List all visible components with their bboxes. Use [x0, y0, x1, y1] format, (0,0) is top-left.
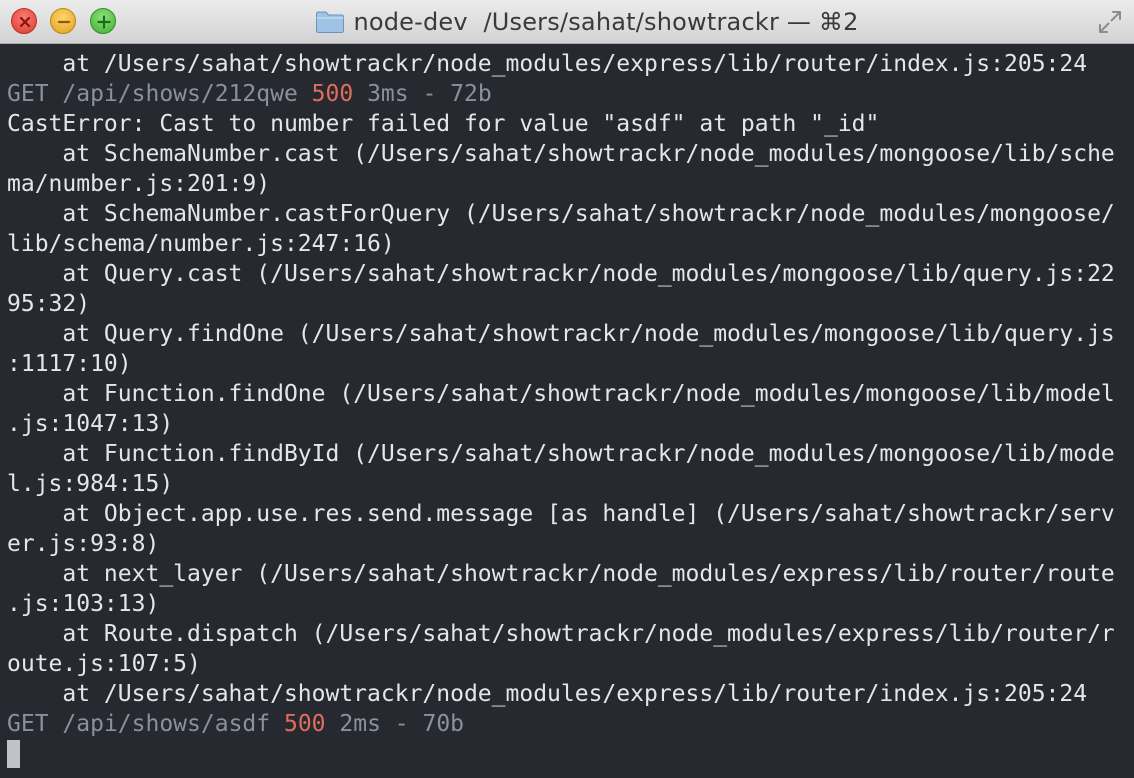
stack-line: :1117:10): [7, 351, 132, 377]
stack-line: lib/schema/number.js:247:16): [7, 231, 395, 257]
request-path: /api/shows/asdf: [62, 711, 271, 737]
http-method: GET: [7, 81, 49, 107]
http-method: GET: [7, 711, 49, 737]
window-title-group: node-dev /Users/sahat/showtrackr — ⌘2: [0, 0, 1134, 44]
stack-line: at Query.findOne (/Users/sahat/showtrack…: [7, 321, 1115, 347]
terminal-output[interactable]: at /Users/sahat/showtrackr/node_modules/…: [0, 44, 1134, 778]
response-meta: 2ms - 70b: [339, 711, 465, 737]
stack-line: l.js:984:15): [7, 471, 174, 497]
title-bar[interactable]: node-dev /Users/sahat/showtrackr — ⌘2: [0, 0, 1134, 44]
status-code: 500: [311, 81, 354, 107]
stack-line: at Object.app.use.res.send.message [as h…: [7, 501, 1115, 527]
stack-line: at SchemaNumber.castForQuery (/Users/sah…: [7, 201, 1115, 227]
request-log-line: GET /api/shows/212qwe 500 3ms - 72b: [7, 79, 1134, 109]
stack-line: at Route.dispatch (/Users/sahat/showtrac…: [7, 621, 1115, 647]
stack-line: oute.js:107:5): [7, 651, 201, 677]
request-path: /api/shows/212qwe: [62, 81, 298, 107]
window-title: node-dev /Users/sahat/showtrackr — ⌘2: [353, 8, 859, 36]
stack-line: at Function.findById (/Users/sahat/showt…: [7, 441, 1115, 467]
prompt-line[interactable]: [7, 739, 1134, 769]
text-cursor: [7, 740, 20, 768]
stack-line: at next_layer (/Users/sahat/showtrackr/n…: [7, 561, 1115, 587]
terminal-line: at /Users/sahat/showtrackr/node_modules/…: [7, 51, 1088, 77]
status-code: 500: [283, 711, 326, 737]
stack-line: at /Users/sahat/showtrackr/node_modules/…: [7, 681, 1088, 707]
folder-icon: [316, 11, 345, 33]
stack-line: er.js:93:8): [7, 531, 160, 557]
stack-line: at Function.findOne (/Users/sahat/showtr…: [7, 381, 1115, 407]
stack-line: 95:32): [7, 291, 91, 317]
request-log-line: GET /api/shows/asdf 500 2ms - 70b: [7, 709, 1134, 739]
stack-line: .js:1047:13): [7, 411, 174, 437]
terminal-window: node-dev /Users/sahat/showtrackr — ⌘2 at…: [0, 0, 1134, 778]
fullscreen-arrows-icon[interactable]: [1096, 8, 1124, 36]
stack-line: ma/number.js:201:9): [7, 171, 271, 197]
error-message: CastError: Cast to number failed for val…: [7, 111, 880, 137]
stack-line: at Query.cast (/Users/sahat/showtrackr/n…: [7, 261, 1115, 287]
stack-line: .js:103:13): [7, 591, 160, 617]
stack-line: at SchemaNumber.cast (/Users/sahat/showt…: [7, 141, 1115, 167]
response-meta: 3ms - 72b: [367, 81, 492, 107]
